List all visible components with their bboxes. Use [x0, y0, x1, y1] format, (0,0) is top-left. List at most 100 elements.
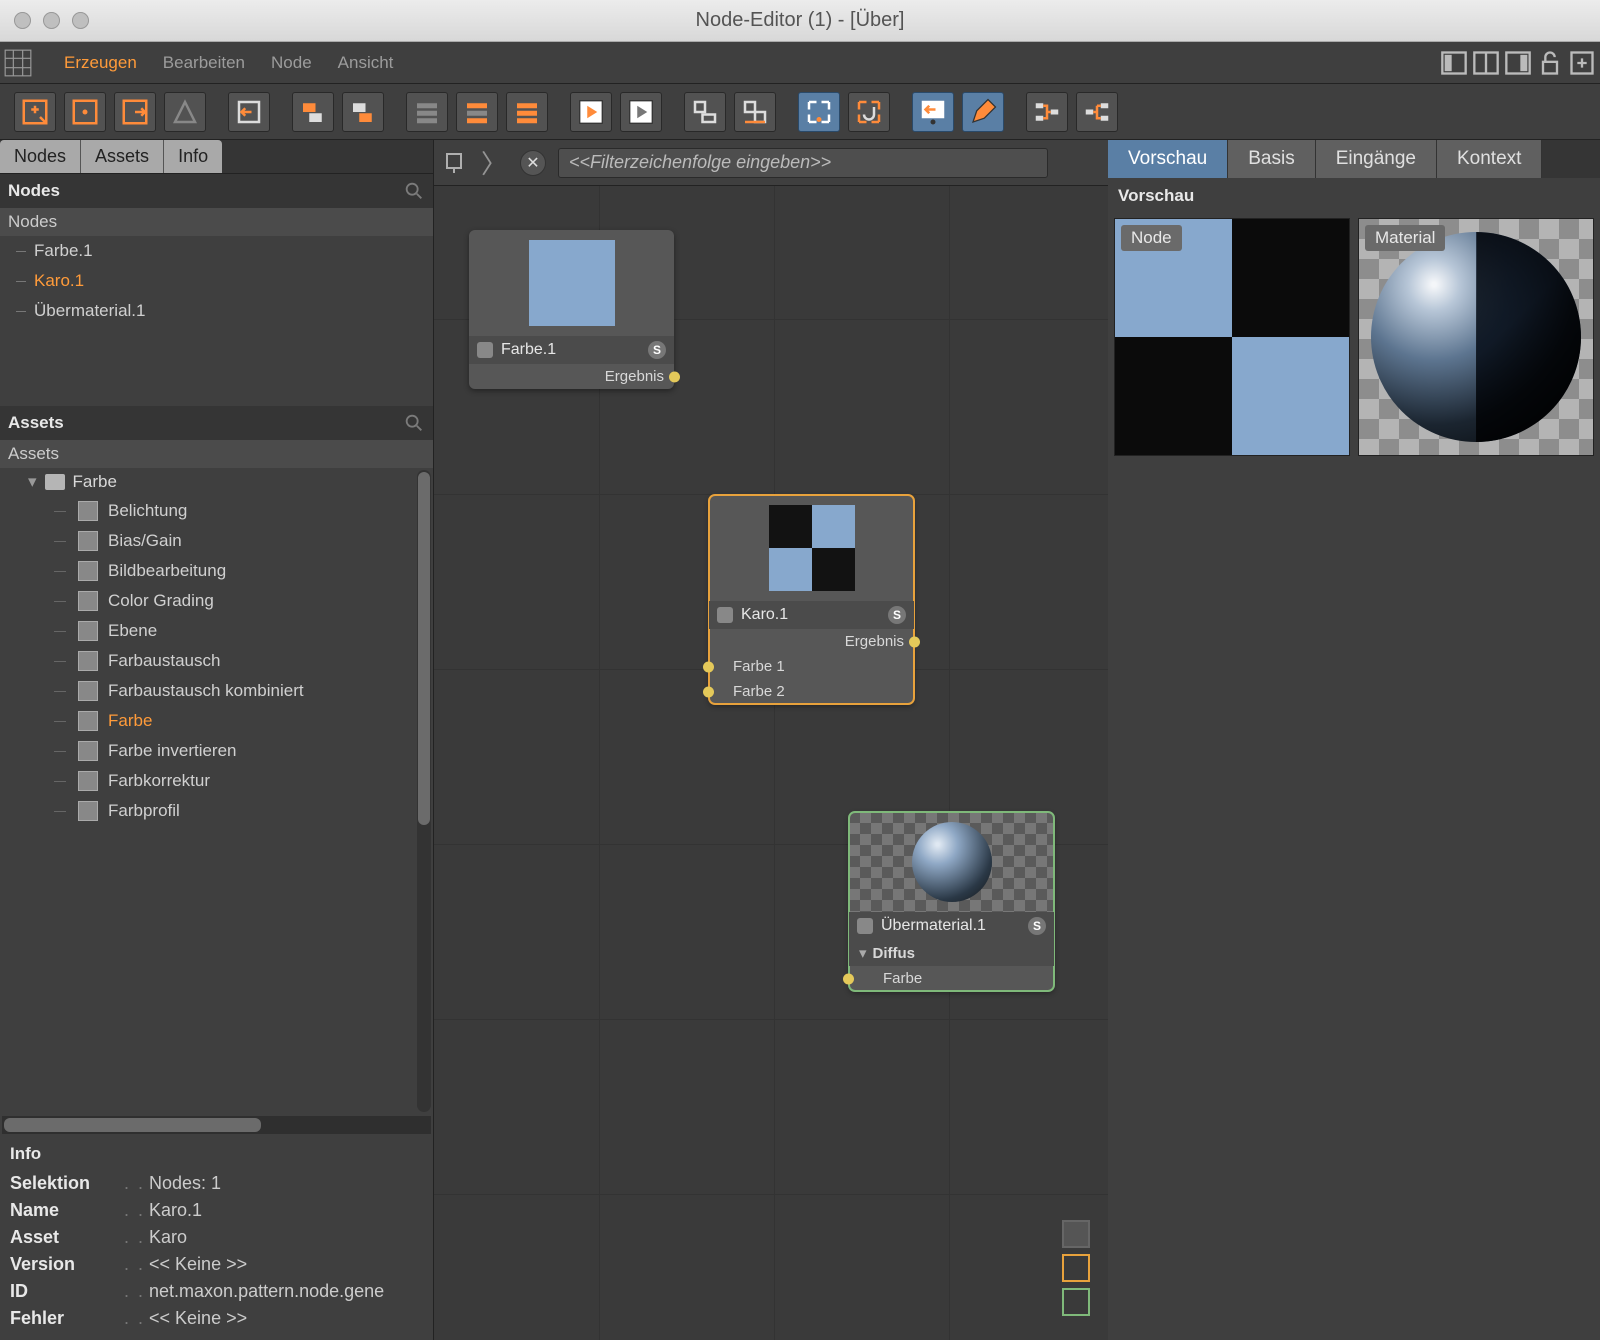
nav-pin-icon[interactable]	[440, 149, 468, 177]
search-icon[interactable]	[403, 412, 425, 434]
left-tabs: Nodes Assets Info	[0, 140, 433, 174]
tool-align-1[interactable]	[684, 92, 726, 132]
asset-item[interactable]: Farbprofil	[0, 796, 415, 826]
tab-eingaenge[interactable]: Eingänge	[1316, 140, 1437, 178]
preview-row: Node Material	[1108, 214, 1600, 460]
asset-item[interactable]: Color Grading	[0, 586, 415, 616]
tool-play-2[interactable]	[620, 92, 662, 132]
info-row: ID. .net.maxon.pattern.node.gene	[10, 1278, 423, 1305]
list-item[interactable]: Farbe.1	[0, 236, 433, 266]
chevron-right-icon[interactable]: 〉	[480, 149, 508, 177]
section-header[interactable]: ▾Diffus	[849, 940, 1054, 966]
info-row: Selektion. .Nodes: 1	[10, 1170, 423, 1197]
scrollbar-vertical[interactable]	[417, 470, 431, 1112]
preview-material[interactable]: Material	[1358, 218, 1594, 456]
asset-item[interactable]: Farbe invertieren	[0, 736, 415, 766]
assets-tree: ▾ Farbe BelichtungBias/GainBildbearbeitu…	[0, 468, 433, 1136]
layout-1-icon[interactable]	[1440, 49, 1468, 77]
layout-2-icon[interactable]	[1472, 49, 1500, 77]
window-title: Node-Editor (1) - [Über]	[0, 9, 1600, 32]
solo-icon[interactable]: S	[888, 606, 906, 624]
material-sphere	[912, 822, 992, 902]
tool-preview-toggle[interactable]	[912, 92, 954, 132]
info-row: Version. .<< Keine >>	[10, 1251, 423, 1278]
node-type-icon	[717, 607, 733, 623]
tool-snap[interactable]	[848, 92, 890, 132]
tool-rows-3[interactable]	[506, 92, 548, 132]
node-canvas[interactable]: 〉 ✕ <<Filterzeichenfolge eingeben>> Farb…	[434, 140, 1108, 1340]
info-row: Fehler. .<< Keine >>	[10, 1305, 423, 1332]
asset-item[interactable]: Ebene	[0, 616, 415, 646]
output-port[interactable]: Ergebnis	[469, 364, 674, 389]
info-section: Info Selektion. .Nodes: 1Name. .Karo.1As…	[0, 1136, 433, 1340]
grid-icon	[78, 561, 98, 581]
scrollbar-horizontal[interactable]	[2, 1116, 431, 1134]
tool-node-out[interactable]	[114, 92, 156, 132]
search-icon[interactable]	[403, 180, 425, 202]
tool-graph-2[interactable]	[1076, 92, 1118, 132]
tool-triangle[interactable]	[164, 92, 206, 132]
tool-rows-2[interactable]	[456, 92, 498, 132]
asset-item[interactable]: Belichtung	[0, 496, 415, 526]
tool-merge-2[interactable]	[342, 92, 384, 132]
tool-node-in[interactable]	[64, 92, 106, 132]
node-karo[interactable]: Karo.1S Ergebnis Farbe 1 Farbe 2	[709, 495, 914, 704]
tool-rows-1[interactable]	[406, 92, 448, 132]
clear-filter-button[interactable]: ✕	[520, 150, 546, 176]
grid-icon	[78, 711, 98, 731]
add-panel-icon[interactable]	[1568, 49, 1596, 77]
lock-icon[interactable]	[1536, 49, 1564, 77]
window-titlebar: Node-Editor (1) - [Über]	[0, 0, 1600, 42]
info-row: Name. .Karo.1	[10, 1197, 423, 1224]
tool-graph-1[interactable]	[1026, 92, 1068, 132]
preview-node[interactable]: Node	[1114, 218, 1350, 456]
asset-item[interactable]: Farbkorrektur	[0, 766, 415, 796]
menu-node[interactable]: Node	[269, 49, 314, 77]
tool-merge-1[interactable]	[292, 92, 334, 132]
tab-vorschau[interactable]: Vorschau	[1108, 140, 1228, 178]
output-port[interactable]: Ergebnis	[709, 629, 914, 654]
solo-icon[interactable]: S	[1028, 917, 1046, 935]
tool-frame-eye[interactable]	[798, 92, 840, 132]
tab-nodes[interactable]: Nodes	[0, 140, 81, 173]
tool-align-2[interactable]	[734, 92, 776, 132]
asset-group[interactable]: ▾ Farbe	[0, 468, 415, 496]
tab-kontext[interactable]: Kontext	[1437, 140, 1542, 178]
list-item[interactable]: Karo.1	[0, 266, 433, 296]
grid-icon	[78, 741, 98, 761]
assets-title: Assets	[0, 406, 433, 440]
asset-item[interactable]: Farbe	[0, 706, 415, 736]
tool-edit[interactable]	[962, 92, 1004, 132]
left-panel: Nodes Assets Info Nodes Nodes Farbe.1 Ka…	[0, 140, 434, 1340]
tab-basis[interactable]: Basis	[1228, 140, 1315, 178]
asset-item[interactable]: Bias/Gain	[0, 526, 415, 556]
menu-erzeugen[interactable]: Erzeugen	[62, 49, 139, 77]
node-farbe[interactable]: Farbe.1S Ergebnis	[469, 230, 674, 389]
filter-input[interactable]: <<Filterzeichenfolge eingeben>>	[558, 148, 1048, 178]
node-material[interactable]: Übermaterial.1S ▾Diffus Farbe	[849, 812, 1054, 991]
tab-assets[interactable]: Assets	[81, 140, 164, 173]
layout-3-icon[interactable]	[1504, 49, 1532, 77]
asset-item[interactable]: Bildbearbeitung	[0, 556, 415, 586]
asset-item[interactable]: Farbaustausch	[0, 646, 415, 676]
list-item[interactable]: Übermaterial.1	[0, 296, 433, 326]
navigator[interactable]	[1020, 1214, 1090, 1322]
grid-toggle-icon[interactable]	[4, 49, 32, 77]
asset-item[interactable]: Farbaustausch kombiniert	[0, 676, 415, 706]
solo-icon[interactable]: S	[648, 341, 666, 359]
menu-ansicht[interactable]: Ansicht	[336, 49, 396, 77]
input-port[interactable]: Farbe 1	[709, 654, 914, 679]
tool-play-1[interactable]	[570, 92, 612, 132]
info-title: Info	[10, 1144, 423, 1164]
right-panel: Vorschau Basis Eingänge Kontext Vorschau…	[1108, 140, 1600, 1340]
menu-bearbeiten[interactable]: Bearbeiten	[161, 49, 247, 77]
tool-import[interactable]	[228, 92, 270, 132]
menu-bar: Erzeugen Bearbeiten Node Ansicht	[0, 42, 1600, 84]
nodes-list: Farbe.1 Karo.1 Übermaterial.1	[0, 236, 433, 326]
input-port[interactable]: Farbe	[849, 966, 1054, 991]
grid-icon	[78, 801, 98, 821]
toolbar	[0, 84, 1600, 140]
tab-info[interactable]: Info	[164, 140, 222, 173]
input-port[interactable]: Farbe 2	[709, 679, 914, 704]
tool-add-node[interactable]	[14, 92, 56, 132]
